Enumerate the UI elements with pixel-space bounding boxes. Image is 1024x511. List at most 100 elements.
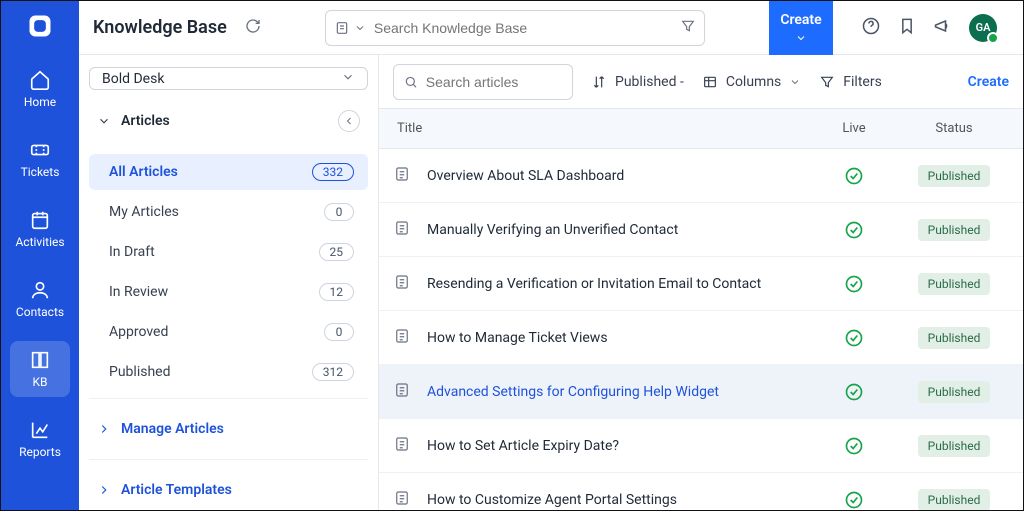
chevron-down-icon bbox=[354, 22, 366, 34]
table-row[interactable]: How to Set Article Expiry Date? Published bbox=[379, 419, 1023, 473]
chevron-down-icon bbox=[341, 70, 355, 88]
table-row[interactable]: How to Manage Ticket Views Published bbox=[379, 311, 1023, 365]
table-row[interactable]: Overview About SLA Dashboard Published bbox=[379, 149, 1023, 203]
brand-select[interactable]: Bold Desk bbox=[89, 67, 368, 90]
refresh-icon[interactable] bbox=[245, 18, 261, 38]
status-badge: Published bbox=[918, 327, 991, 349]
megaphone-icon[interactable] bbox=[933, 16, 953, 40]
filter-in-draft[interactable]: In Draft 25 bbox=[89, 234, 368, 270]
document-icon bbox=[393, 165, 411, 187]
live-check-icon bbox=[809, 490, 899, 510]
help-icon[interactable] bbox=[861, 16, 881, 40]
table-header: Title Live Status bbox=[379, 109, 1023, 149]
filter-icon bbox=[819, 74, 835, 90]
document-icon bbox=[393, 327, 411, 349]
create-button[interactable]: Create bbox=[769, 1, 833, 55]
search-scope-select[interactable] bbox=[334, 20, 366, 36]
filter-label: My Articles bbox=[109, 204, 179, 220]
global-search[interactable] bbox=[325, 10, 705, 46]
rail-item-activities[interactable]: Activities bbox=[10, 201, 70, 257]
filter-count: 332 bbox=[312, 163, 354, 181]
sort-published[interactable]: Published - bbox=[591, 74, 684, 90]
status-cell: Published bbox=[899, 435, 1009, 457]
rail-item-label: Home bbox=[24, 95, 56, 109]
rail-item-label: Tickets bbox=[21, 165, 60, 179]
filter-approved[interactable]: Approved 0 bbox=[89, 314, 368, 350]
filter-my-articles[interactable]: My Articles 0 bbox=[89, 194, 368, 230]
col-status: Status bbox=[899, 121, 1009, 136]
articles-section-header[interactable]: Articles bbox=[89, 100, 368, 142]
rail-item-label: Contacts bbox=[16, 305, 64, 319]
create-article-button[interactable]: Create bbox=[968, 74, 1009, 90]
rail-item-label: KB bbox=[32, 375, 47, 389]
article-title: Manually Verifying an Unverified Contact bbox=[427, 222, 809, 238]
topbar: Knowledge Base Create bbox=[79, 1, 1023, 55]
document-icon bbox=[393, 489, 411, 511]
columns-label: Columns bbox=[726, 74, 781, 90]
link-text: Article Templates bbox=[121, 482, 232, 498]
bookmark-icon[interactable] bbox=[897, 16, 917, 40]
article-title: Overview About SLA Dashboard bbox=[427, 168, 809, 184]
rail-item-kb[interactable]: KB bbox=[10, 341, 70, 397]
section-title: Articles bbox=[121, 113, 170, 129]
filter-published[interactable]: Published 312 bbox=[89, 354, 368, 390]
create-label: Create bbox=[780, 12, 821, 28]
avatar[interactable]: GA bbox=[969, 14, 997, 42]
status-cell: Published bbox=[899, 381, 1009, 403]
chevron-down-icon bbox=[789, 76, 801, 88]
global-search-input[interactable] bbox=[374, 20, 672, 36]
status-cell: Published bbox=[899, 273, 1009, 295]
link-text: Manage Articles bbox=[121, 421, 224, 437]
filter-count: 0 bbox=[324, 203, 354, 221]
article-search[interactable] bbox=[393, 64, 573, 100]
search-icon bbox=[404, 74, 418, 90]
rail-item-tickets[interactable]: Tickets bbox=[10, 131, 70, 187]
col-title: Title bbox=[393, 121, 809, 136]
content-toolbar: Published - Columns Filters Create bbox=[379, 55, 1023, 109]
article-rows: Overview About SLA DashboardPublishedMan… bbox=[379, 149, 1023, 510]
article-title: How to Manage Ticket Views bbox=[427, 330, 809, 346]
content-area: Published - Columns Filters Create Title bbox=[379, 55, 1023, 510]
rail-item-contacts[interactable]: Contacts bbox=[10, 271, 70, 327]
document-icon bbox=[393, 381, 411, 403]
table-row[interactable]: Resending a Verification or Invitation E… bbox=[379, 257, 1023, 311]
live-check-icon bbox=[809, 382, 899, 402]
status-badge: Published bbox=[918, 435, 991, 457]
chevron-right-icon bbox=[97, 483, 111, 497]
status-badge: Published bbox=[918, 273, 991, 295]
live-check-icon bbox=[809, 166, 899, 186]
status-cell: Published bbox=[899, 219, 1009, 241]
col-live: Live bbox=[809, 121, 899, 136]
table-row[interactable]: How to Customize Agent Portal SettingsPu… bbox=[379, 473, 1023, 510]
status-badge: Published bbox=[918, 165, 991, 187]
filter-label: Published bbox=[109, 364, 170, 380]
filter-count: 312 bbox=[312, 363, 354, 381]
columns-icon bbox=[702, 74, 718, 90]
filter-label: In Draft bbox=[109, 244, 155, 260]
document-icon bbox=[393, 435, 411, 457]
columns-select[interactable]: Columns bbox=[702, 74, 801, 90]
filter-icon[interactable] bbox=[680, 18, 696, 38]
article-title: How to Set Article Expiry Date? bbox=[427, 438, 809, 454]
filter-count: 25 bbox=[319, 243, 355, 261]
manage-articles-link[interactable]: Manage Articles bbox=[89, 409, 368, 449]
brand-name: Bold Desk bbox=[102, 71, 164, 87]
article-templates-link[interactable]: Article Templates bbox=[89, 470, 368, 510]
filter-in-review[interactable]: In Review 12 bbox=[89, 274, 368, 310]
chevron-down-icon bbox=[97, 114, 111, 128]
filters-button[interactable]: Filters bbox=[819, 74, 882, 90]
table-row[interactable]: Manually Verifying an Unverified Contact… bbox=[379, 203, 1023, 257]
filters-label: Filters bbox=[843, 74, 882, 90]
filter-all-articles[interactable]: All Articles 332 bbox=[89, 154, 368, 190]
page-title: Knowledge Base bbox=[93, 17, 227, 38]
status-badge: Published bbox=[918, 219, 991, 241]
live-check-icon bbox=[809, 328, 899, 348]
article-search-input[interactable] bbox=[426, 74, 562, 90]
collapse-sidebar-button[interactable] bbox=[338, 110, 360, 132]
document-icon bbox=[393, 219, 411, 241]
status-badge: Published bbox=[918, 381, 991, 403]
table-row[interactable]: Advanced Settings for Configuring Help W… bbox=[379, 365, 1023, 419]
rail-item-reports[interactable]: Reports bbox=[10, 411, 70, 467]
rail-item-home[interactable]: Home bbox=[10, 61, 70, 117]
avatar-initials: GA bbox=[976, 21, 991, 34]
